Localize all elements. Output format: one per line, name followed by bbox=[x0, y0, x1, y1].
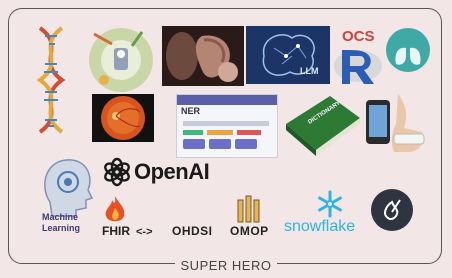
caption-text: SUPER HERO bbox=[174, 258, 278, 273]
dictionary-book-icon: DICTIONARY bbox=[284, 94, 362, 158]
machine-learning-label: Machine Learning bbox=[42, 212, 81, 233]
lungs-icon bbox=[384, 24, 432, 76]
llm-label: LLM bbox=[300, 66, 319, 76]
omop-label: OMOP bbox=[230, 224, 269, 238]
ohdsi-label: OHDSI bbox=[172, 224, 213, 238]
omop-columns-icon bbox=[236, 194, 262, 224]
interop-arrow-label: <-> bbox=[136, 226, 153, 238]
heart-anatomy-photo bbox=[162, 26, 244, 86]
machine-learning-head-icon: Machine Learning bbox=[36, 152, 98, 238]
dark-circle-logo bbox=[370, 188, 414, 232]
snowflake-icon bbox=[316, 190, 344, 218]
openai-icon bbox=[104, 157, 130, 187]
wearable-device-photo bbox=[364, 94, 430, 156]
dna-helix-icon bbox=[32, 26, 70, 134]
llm-brain-icon: LLM bbox=[246, 26, 330, 84]
medical-illustration-icon bbox=[84, 24, 158, 94]
fhir-label: FHIR bbox=[102, 224, 130, 238]
openai-label: OpenAI bbox=[134, 159, 210, 184]
snowflake-label: snowflake bbox=[284, 218, 356, 235]
fhir-flame-icon bbox=[104, 196, 126, 224]
openai-logo: OpenAI bbox=[100, 156, 212, 188]
ner-tool-screenshot: NER bbox=[176, 94, 278, 158]
collage-caption: SUPER HERO bbox=[0, 258, 452, 273]
retina-fundus-image bbox=[92, 94, 154, 142]
ner-label: NER bbox=[181, 106, 201, 116]
ocs-label: OCS bbox=[342, 28, 375, 45]
r-ocs-logo: OCS bbox=[332, 26, 384, 86]
